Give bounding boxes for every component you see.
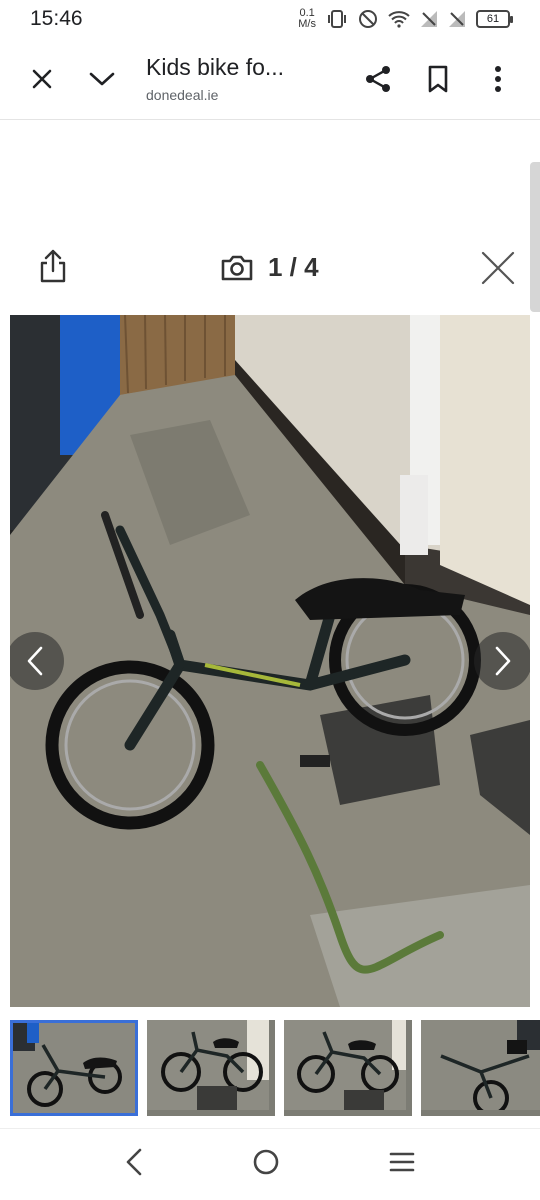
thumbnail-3[interactable]: [284, 1020, 412, 1116]
back-button[interactable]: [125, 1148, 143, 1181]
share-image-button[interactable]: [38, 248, 68, 289]
menu-icon: [390, 1152, 415, 1172]
image-counter-text: 1 / 4: [268, 252, 319, 282]
thumbnail-image: [284, 1020, 406, 1110]
chevron-down-icon: [89, 72, 115, 85]
chevron-right-icon: [495, 646, 511, 676]
thumbnail-2[interactable]: [147, 1020, 275, 1116]
upload-share-icon: [40, 249, 66, 283]
title-block[interactable]: Kids bike fo... donedeal.ie: [132, 54, 348, 103]
status-time: 15:46: [30, 7, 83, 30]
thumbnail-image: [13, 1023, 135, 1113]
main-photo[interactable]: [10, 315, 530, 1007]
recents-button[interactable]: [389, 1151, 415, 1178]
close-tab-button[interactable]: [12, 49, 72, 109]
thumbnail-1[interactable]: [10, 1020, 138, 1116]
status-icons: 0.1 M/s 61: [298, 8, 513, 30]
viewer-header: 1 / 4: [0, 232, 540, 304]
more-options-button[interactable]: [468, 49, 528, 109]
thumbnail-strip: [10, 1020, 540, 1116]
home-button[interactable]: [252, 1148, 280, 1181]
browser-toolbar: Kids bike fo... donedeal.ie: [0, 38, 540, 120]
signal-off-icon: [421, 11, 437, 27]
chevron-left-icon: [27, 646, 43, 676]
thumbnail-image: [147, 1020, 269, 1110]
more-vert-icon: [495, 65, 501, 92]
close-icon: [32, 69, 52, 88]
thumbnail-image: [421, 1020, 540, 1116]
battery-level: 61: [486, 13, 500, 25]
share-button[interactable]: [348, 49, 408, 109]
image-counter: 1 / 4: [220, 252, 319, 283]
network-speed: 0.1 M/s: [298, 8, 316, 30]
network-speed-unit: M/s: [298, 18, 316, 30]
expand-button[interactable]: [72, 49, 132, 109]
thumbnail-4[interactable]: [421, 1020, 540, 1116]
bike-photo: [10, 315, 530, 1007]
back-icon: [126, 1148, 141, 1176]
page-title: Kids bike fo...: [146, 54, 285, 80]
wifi-icon: [388, 11, 410, 28]
page-url: donedeal.ie: [146, 87, 219, 103]
share-icon: [366, 65, 390, 92]
home-icon: [253, 1149, 279, 1175]
close-viewer-button[interactable]: [480, 250, 516, 291]
bookmark-icon: [428, 65, 448, 92]
status-bar: 15:46 0.1 M/s 61: [0, 0, 540, 38]
vibrate-icon: [328, 10, 346, 28]
next-image-button[interactable]: [474, 632, 530, 690]
bookmark-button[interactable]: [408, 49, 468, 109]
close-icon: [481, 251, 515, 285]
battery-indicator: 61: [476, 10, 513, 28]
do-not-disturb-icon: [359, 10, 377, 28]
signal-off-icon-2: [449, 11, 465, 27]
system-nav-bar: [0, 1128, 540, 1200]
camera-icon: [221, 255, 253, 280]
